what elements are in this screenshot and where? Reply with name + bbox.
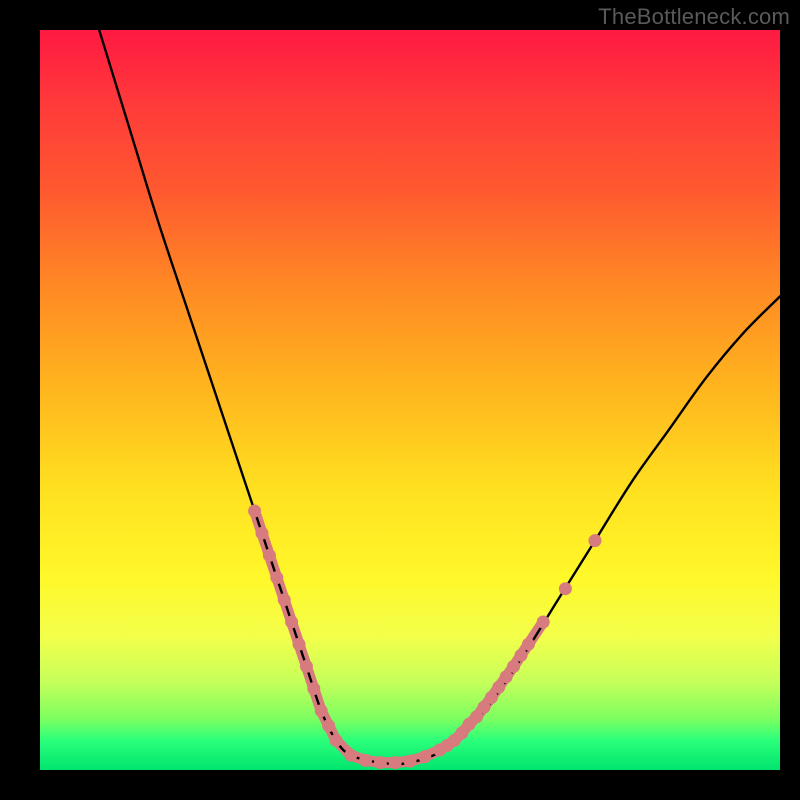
marker-dot [344,749,357,762]
marker-dot [293,638,306,651]
watermark-text: TheBottleneck.com [598,4,790,30]
bottleneck-curve [99,30,780,764]
chart-frame: TheBottleneck.com [0,0,800,800]
marker-dot [522,638,535,651]
marker-dot [263,549,276,562]
marker-dot [278,593,291,606]
marker-dot [559,582,572,595]
marker-dot [515,649,528,662]
marker-dot [359,754,372,767]
plot-area [40,30,780,770]
marker-dot [330,734,343,747]
marker-dot [322,719,335,732]
marker-dot [300,660,313,673]
marker-dot [315,704,328,717]
curve-layer [40,30,780,770]
marker-segments [255,511,544,763]
marker-dot [307,682,320,695]
marker-dot [270,571,283,584]
marker-dot [404,755,417,768]
marker-dot [374,756,387,769]
marker-dot [285,616,298,629]
marker-dot [256,527,269,540]
marker-dot [248,505,261,518]
marker-dot [589,534,602,547]
marker-dot [418,750,431,763]
marker-dot [537,616,550,629]
marker-dot [389,756,402,769]
marker-dot [507,660,520,673]
